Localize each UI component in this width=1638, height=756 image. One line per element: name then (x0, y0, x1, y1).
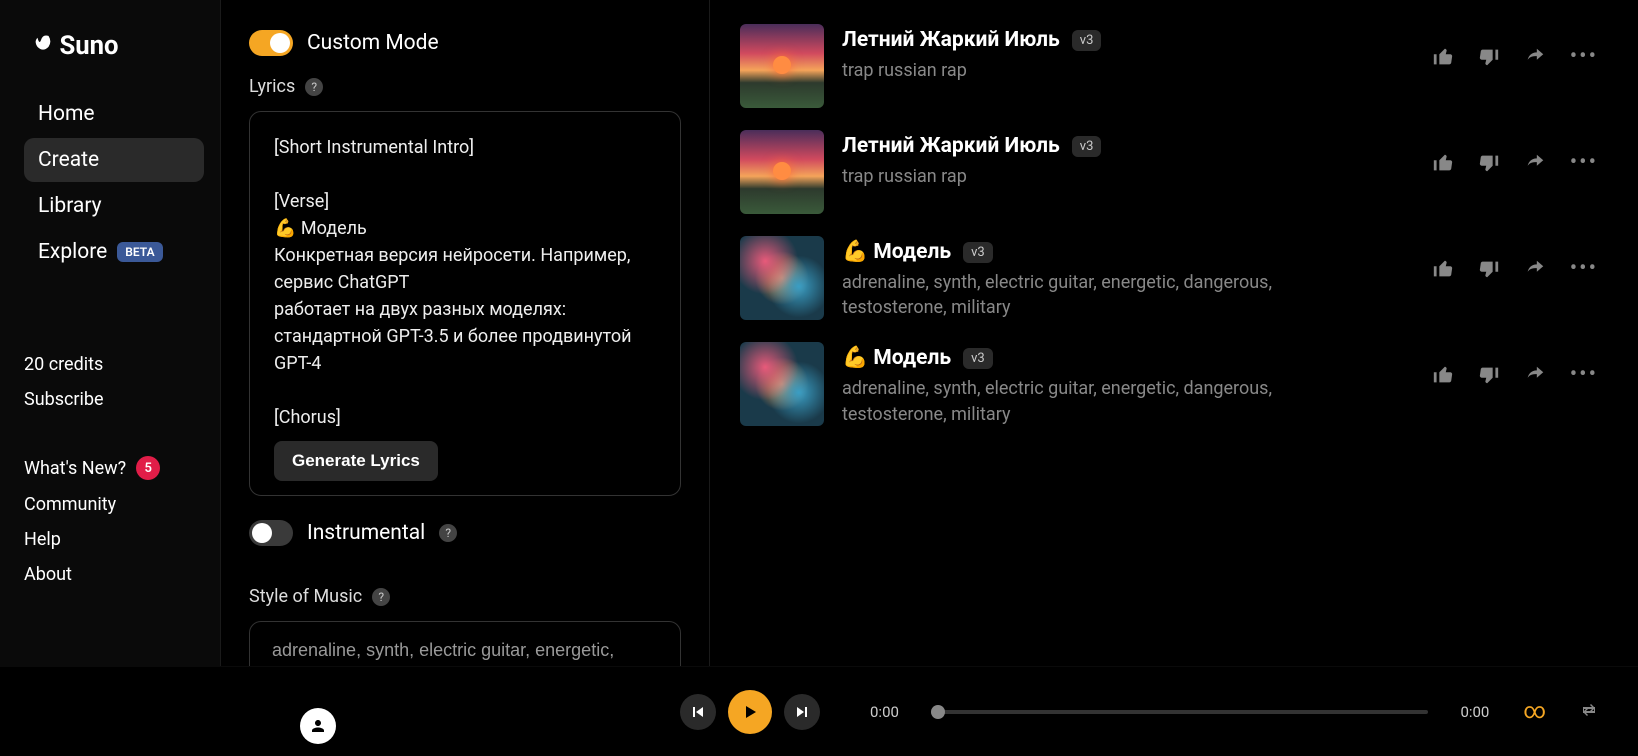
lyrics-input[interactable]: [Short Instrumental Intro] [Verse] 💪 Мод… (274, 134, 656, 431)
editor-panel: Custom Mode Lyrics ? [Short Instrumental… (220, 0, 710, 666)
thumbs-up-icon[interactable] (1432, 364, 1454, 386)
share-icon[interactable] (1524, 258, 1546, 280)
track-row[interactable]: 💪 Модель v3 adrenaline, synth, electric gu… (740, 236, 1598, 320)
track-row[interactable]: 💪 Модель v3 adrenaline, synth, electric gu… (740, 342, 1598, 426)
whats-new-badge: 5 (136, 456, 160, 480)
repeat-icon[interactable] (1580, 701, 1598, 723)
help-link[interactable]: Help (24, 529, 204, 550)
style-label: Style of Music (249, 586, 362, 607)
nav-home[interactable]: Home (24, 92, 204, 136)
subscribe-link[interactable]: Subscribe (24, 389, 204, 410)
progress-bar[interactable] (931, 710, 1429, 714)
share-icon[interactable] (1524, 364, 1546, 386)
track-tags: trap russian rap (842, 164, 1312, 189)
about-link[interactable]: About (24, 564, 204, 585)
track-thumbnail[interactable] (740, 24, 824, 108)
community-link[interactable]: Community (24, 494, 204, 515)
style-input[interactable] (249, 621, 681, 666)
track-title: Летний Жаркий Июль (842, 28, 1060, 52)
brand-logo[interactable]: Suno (32, 30, 204, 62)
thumbs-down-icon[interactable] (1478, 152, 1500, 174)
track-title: 💪 Модель (842, 346, 951, 370)
nav-library[interactable]: Library (24, 184, 204, 228)
nav-explore[interactable]: Explore BETA (24, 230, 204, 274)
custom-mode-toggle[interactable] (249, 30, 293, 56)
svg-text:Suno: Suno (60, 31, 119, 61)
track-list: Летний Жаркий Июльv3trap russian rap•••Л… (710, 0, 1638, 666)
track-thumbnail[interactable] (740, 342, 824, 426)
track-tags: trap russian rap (842, 58, 1312, 83)
help-icon[interactable]: ? (439, 524, 457, 542)
instrumental-toggle[interactable] (249, 520, 293, 546)
help-icon[interactable]: ? (305, 78, 323, 96)
instrumental-label: Instrumental (307, 521, 425, 545)
whats-new-label: What's New? (24, 458, 126, 479)
sidebar-nav: Home Create Library Explore BETA (24, 92, 204, 274)
version-badge: v3 (963, 242, 993, 263)
nav-create[interactable]: Create (24, 138, 204, 182)
help-icon[interactable]: ? (372, 588, 390, 606)
credits-display[interactable]: 20 credits (24, 354, 204, 375)
whats-new-link[interactable]: What's New? 5 (24, 456, 204, 480)
total-time: 0:00 (1460, 703, 1489, 721)
current-time: 0:00 (870, 703, 899, 721)
profile-button[interactable] (300, 708, 336, 744)
track-row[interactable]: Летний Жаркий Июль v3 trap russian rap ••• (740, 24, 1598, 108)
custom-mode-label: Custom Mode (307, 31, 439, 55)
track-thumbnail[interactable] (740, 130, 824, 214)
nav-explore-label: Explore (38, 240, 107, 264)
share-icon[interactable] (1524, 46, 1546, 68)
more-icon[interactable]: ••• (1570, 44, 1598, 69)
thumbs-down-icon[interactable] (1478, 258, 1500, 280)
track-tags: adrenaline, synth, electric guitar, ener… (842, 270, 1312, 320)
sidebar: Suno Home Create Library Explore BETA 20… (0, 0, 220, 666)
track-info: 💪 Модель v3 adrenaline, synth, electric gu… (842, 342, 1414, 426)
track-info: Летний Жаркий Июль v3 trap russian rap (842, 24, 1414, 83)
track-info: 💪 Модель v3 adrenaline, synth, electric gu… (842, 236, 1414, 320)
play-button[interactable] (728, 690, 772, 734)
version-badge: v3 (963, 348, 993, 369)
beta-badge: BETA (117, 242, 162, 262)
generate-lyrics-button[interactable]: Generate Lyrics (274, 441, 438, 481)
more-icon[interactable]: ••• (1570, 150, 1598, 175)
version-badge: v3 (1072, 136, 1102, 157)
track-info: Летний Жаркий Июль v3 trap russian rap (842, 130, 1414, 189)
loop-icon[interactable]: ∞ (1523, 699, 1546, 724)
version-badge: v3 (1072, 30, 1102, 51)
track-thumbnail[interactable] (740, 236, 824, 320)
lyrics-label: Lyrics (249, 76, 295, 97)
share-icon[interactable] (1524, 152, 1546, 174)
player-bar: 0:00 0:00 ∞ (0, 666, 1638, 756)
prev-button[interactable] (680, 694, 716, 730)
next-button[interactable] (784, 694, 820, 730)
thumbs-down-icon[interactable] (1478, 46, 1500, 68)
more-icon[interactable]: ••• (1570, 362, 1598, 387)
track-row[interactable]: Летний Жаркий Июль v3 trap russian rap ••• (740, 130, 1598, 214)
more-icon[interactable]: ••• (1570, 256, 1598, 281)
thumbs-up-icon[interactable] (1432, 258, 1454, 280)
lyrics-box: [Short Instrumental Intro] [Verse] 💪 Мод… (249, 111, 681, 496)
thumbs-up-icon[interactable] (1432, 46, 1454, 68)
track-tags: adrenaline, synth, electric guitar, ener… (842, 376, 1312, 426)
thumbs-down-icon[interactable] (1478, 364, 1500, 386)
track-title: Летний Жаркий Июль (842, 134, 1060, 158)
track-title: 💪 Модель (842, 240, 951, 264)
thumbs-up-icon[interactable] (1432, 152, 1454, 174)
